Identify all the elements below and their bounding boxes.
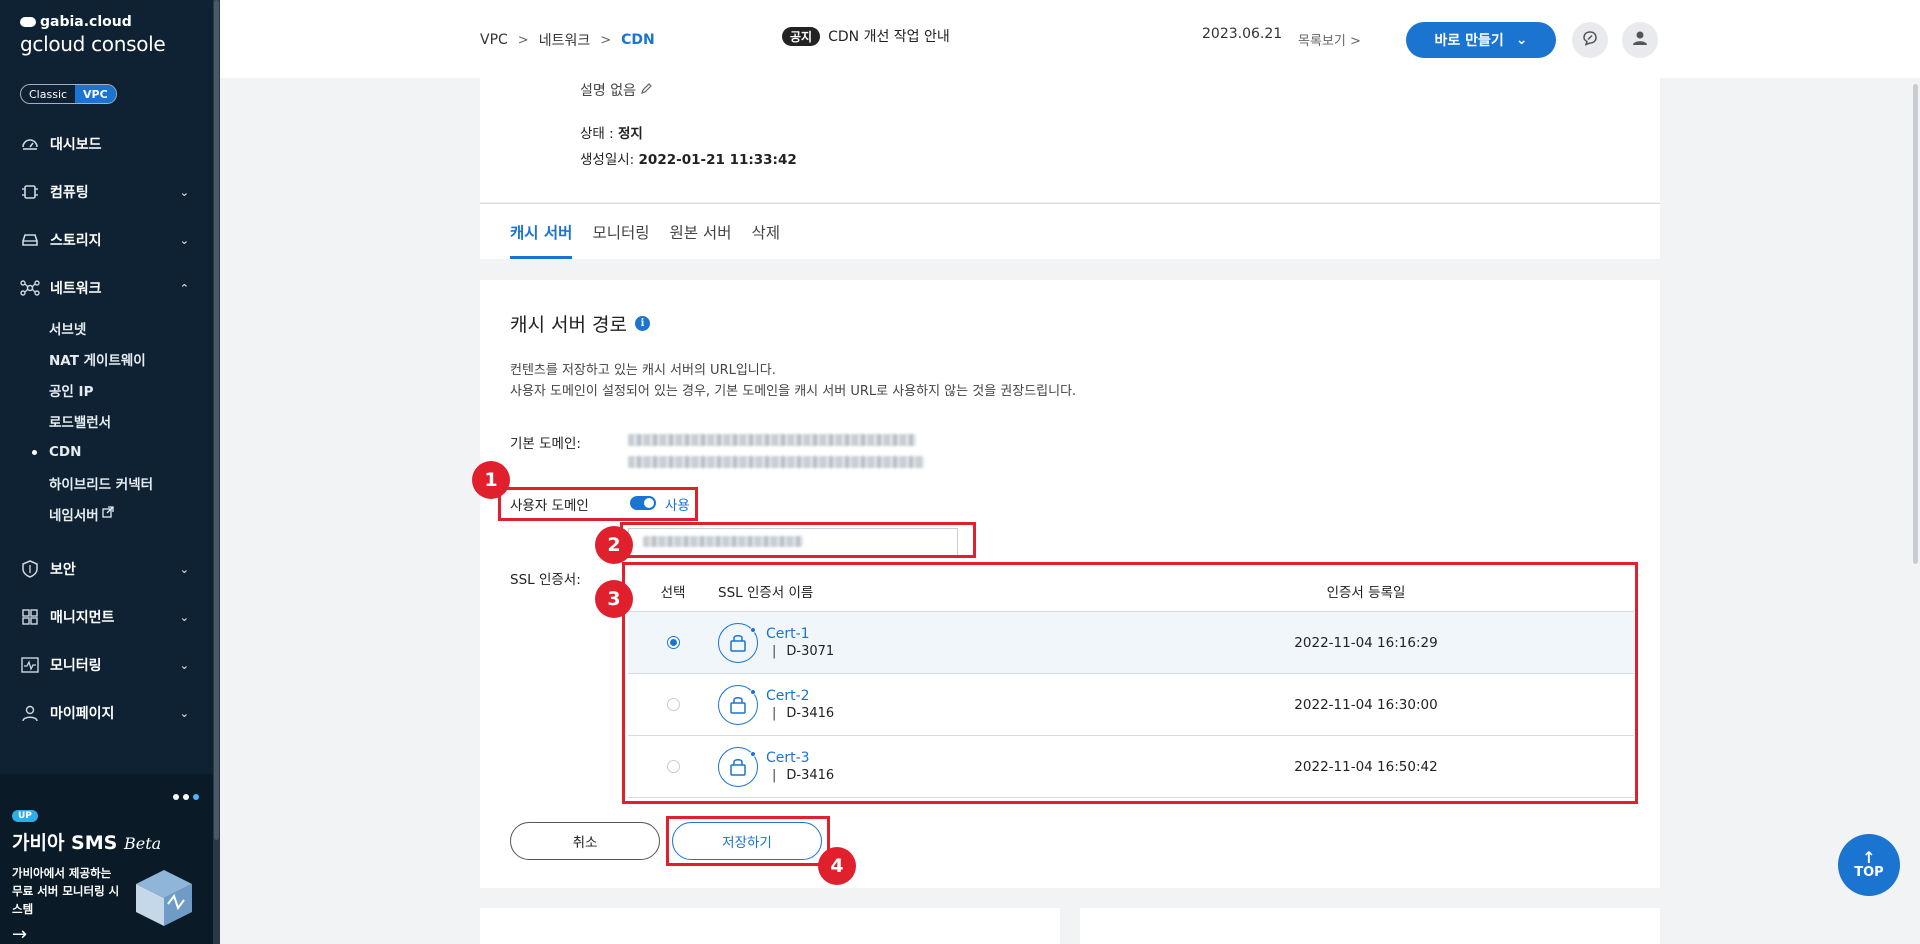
scroll-top-button[interactable]: ↑ TOP xyxy=(1838,834,1900,896)
chevron-right-icon: > xyxy=(600,32,612,48)
bottom-card-right xyxy=(1080,908,1660,944)
sidebar-scrollbar[interactable] xyxy=(213,0,220,944)
main-scrollbar[interactable] xyxy=(1911,78,1920,944)
tab-cache-server[interactable]: 캐시 서버 xyxy=(510,204,573,259)
step-marker-2: 2 xyxy=(595,526,633,564)
sidebar-subitem-load-balancer[interactable]: 로드밸런서 xyxy=(49,405,213,436)
notice[interactable]: 공지 CDN 개선 작업 안내 xyxy=(782,26,950,46)
arrow-up-icon: ↑ xyxy=(1862,847,1876,867)
promo-title: 가비아 SMS Beta xyxy=(12,832,162,854)
external-link-icon xyxy=(102,505,114,522)
created-line: 생성일시: 2022-01-21 11:33:42 xyxy=(580,152,797,168)
sidebar: gabia.cloud gcloud console Classic VPC 대… xyxy=(0,0,218,944)
sidebar-subitem-hybrid-connector[interactable]: 하이브리드 커넥터 xyxy=(49,467,213,498)
chevron-right-icon: > xyxy=(517,32,529,48)
breadcrumb-cdn: CDN xyxy=(621,32,655,48)
carousel-dots[interactable] xyxy=(173,794,199,800)
ssl-label: SSL 인증서: xyxy=(510,572,581,588)
toggle-vpc[interactable]: VPC xyxy=(75,85,116,103)
sidebar-nav: 대시보드 컴퓨팅 ⌄ 스토리지 ⌄ 네트워크 ⌃ 서브넷 NAT 게이트웨이 공… xyxy=(0,120,213,737)
created-value: 2022-01-21 11:33:42 xyxy=(638,152,797,168)
highlight-box-1 xyxy=(498,487,698,521)
sidebar-subitem-public-ip[interactable]: 공인 IP xyxy=(49,374,213,405)
tab-origin-server[interactable]: 원본 서버 xyxy=(669,204,731,259)
chevron-down-icon: ⌄ xyxy=(179,233,189,247)
breadcrumb: VPC > 네트워크 > CDN xyxy=(480,30,655,50)
chevron-down-icon: ⌄ xyxy=(179,610,189,624)
chip-icon xyxy=(20,182,40,202)
chevron-down-icon: ⌄ xyxy=(179,658,189,672)
notice-text[interactable]: CDN 개선 작업 안내 xyxy=(828,26,950,46)
dashboard-icon xyxy=(20,134,40,154)
cancel-button[interactable]: 취소 xyxy=(510,822,660,860)
network-icon xyxy=(20,278,40,298)
chevron-down-icon: ⌄ xyxy=(1515,32,1528,48)
shield-icon xyxy=(20,559,40,579)
cube-illustration-icon xyxy=(132,866,196,928)
highlight-box-2 xyxy=(620,522,976,558)
monitor-icon xyxy=(20,655,40,675)
tab-delete[interactable]: 삭제 xyxy=(751,204,780,259)
chevron-down-icon: ⌄ xyxy=(179,185,189,199)
management-icon xyxy=(20,607,40,627)
sidebar-item-network[interactable]: 네트워크 ⌃ xyxy=(0,264,213,312)
cloud-logo-icon xyxy=(20,17,36,27)
status-value: 정지 xyxy=(617,126,643,142)
cdn-info-card: 설명 없음 상태 : 정지 생성일시: 2022-01-21 11:33:42 xyxy=(480,78,1660,202)
promo-desc: 가비아에서 제공하는 무료 서버 모니터링 시스템 xyxy=(12,866,120,916)
network-submenu: 서브넷 NAT 게이트웨이 공인 IP 로드밸런서 CDN 하이브리드 커넥터 … xyxy=(0,312,213,529)
arrow-right-icon[interactable]: → xyxy=(12,924,27,944)
chevron-right-icon: > xyxy=(1349,34,1361,49)
sidebar-item-monitoring[interactable]: 모니터링 ⌄ xyxy=(0,641,213,689)
sidebar-subitem-subnet[interactable]: 서브넷 xyxy=(49,312,213,343)
user-icon xyxy=(1632,30,1648,50)
info-icon[interactable]: i xyxy=(634,316,650,331)
step-marker-4: 4 xyxy=(818,847,856,885)
status-line: 상태 : 정지 xyxy=(580,126,643,142)
base-domain-value-1 xyxy=(628,434,916,446)
chat-button[interactable] xyxy=(1572,22,1608,58)
breadcrumb-vpc[interactable]: VPC xyxy=(480,32,508,48)
profile-button[interactable] xyxy=(1622,22,1658,58)
chevron-up-icon: ⌃ xyxy=(179,281,189,295)
sidebar-item-mypage[interactable]: 마이페이지 ⌄ xyxy=(0,689,213,737)
notice-date: 2023.06.21 xyxy=(1202,26,1283,42)
list-view-link[interactable]: 목록보기 > xyxy=(1298,30,1361,49)
promo-banner[interactable]: UP 가비아 SMS Beta 가비아에서 제공하는 무료 서버 모니터링 시스… xyxy=(0,774,213,944)
breadcrumb-network[interactable]: 네트워크 xyxy=(539,30,591,50)
storage-icon xyxy=(20,230,40,250)
section-desc: 컨텐츠를 저장하고 있는 캐시 서버의 URL입니다. 사용자 도메인이 설정되… xyxy=(510,363,1077,399)
sidebar-item-management[interactable]: 매니지먼트 ⌄ xyxy=(0,593,213,641)
chat-icon xyxy=(1582,30,1598,50)
sidebar-subitem-cdn[interactable]: CDN xyxy=(32,436,213,467)
sidebar-item-security[interactable]: 보안 ⌄ xyxy=(0,545,213,593)
up-badge: UP xyxy=(12,810,38,822)
chevron-down-icon: ⌄ xyxy=(179,562,189,576)
sidebar-item-storage[interactable]: 스토리지 ⌄ xyxy=(0,216,213,264)
user-icon xyxy=(20,703,40,723)
toggle-classic[interactable]: Classic xyxy=(21,85,75,103)
description: 설명 없음 xyxy=(580,80,653,100)
classic-vpc-toggle[interactable]: Classic VPC xyxy=(20,84,117,104)
highlight-box-4 xyxy=(666,816,830,866)
sidebar-subitem-nameserver[interactable]: 네임서버 xyxy=(49,498,213,529)
step-marker-1: 1 xyxy=(472,461,510,499)
tab-monitoring[interactable]: 모니터링 xyxy=(592,204,649,259)
section-title: 캐시 서버 경로 i xyxy=(510,310,650,337)
sidebar-item-dashboard[interactable]: 대시보드 xyxy=(0,120,213,168)
highlight-box-3 xyxy=(622,562,1638,804)
top-header: VPC > 네트워크 > CDN 공지 CDN 개선 작업 안내 2023.06… xyxy=(220,0,1920,78)
sidebar-subitem-nat-gateway[interactable]: NAT 게이트웨이 xyxy=(49,343,213,374)
bottom-card-left xyxy=(480,908,1060,944)
pencil-icon[interactable] xyxy=(640,83,653,99)
chevron-down-icon: ⌄ xyxy=(179,706,189,720)
sidebar-item-computing[interactable]: 컴퓨팅 ⌄ xyxy=(0,168,213,216)
create-button[interactable]: 바로 만들기 ⌄ xyxy=(1406,22,1556,58)
base-domain-value-2 xyxy=(628,456,924,468)
brand-logo[interactable]: gabia.cloud gcloud console xyxy=(20,14,166,56)
step-marker-3: 3 xyxy=(595,580,633,618)
base-domain-label: 기본 도메인: xyxy=(510,436,581,452)
notice-badge: 공지 xyxy=(782,26,821,46)
tab-bar: 캐시 서버 모니터링 원본 서버 삭제 xyxy=(480,203,1660,259)
